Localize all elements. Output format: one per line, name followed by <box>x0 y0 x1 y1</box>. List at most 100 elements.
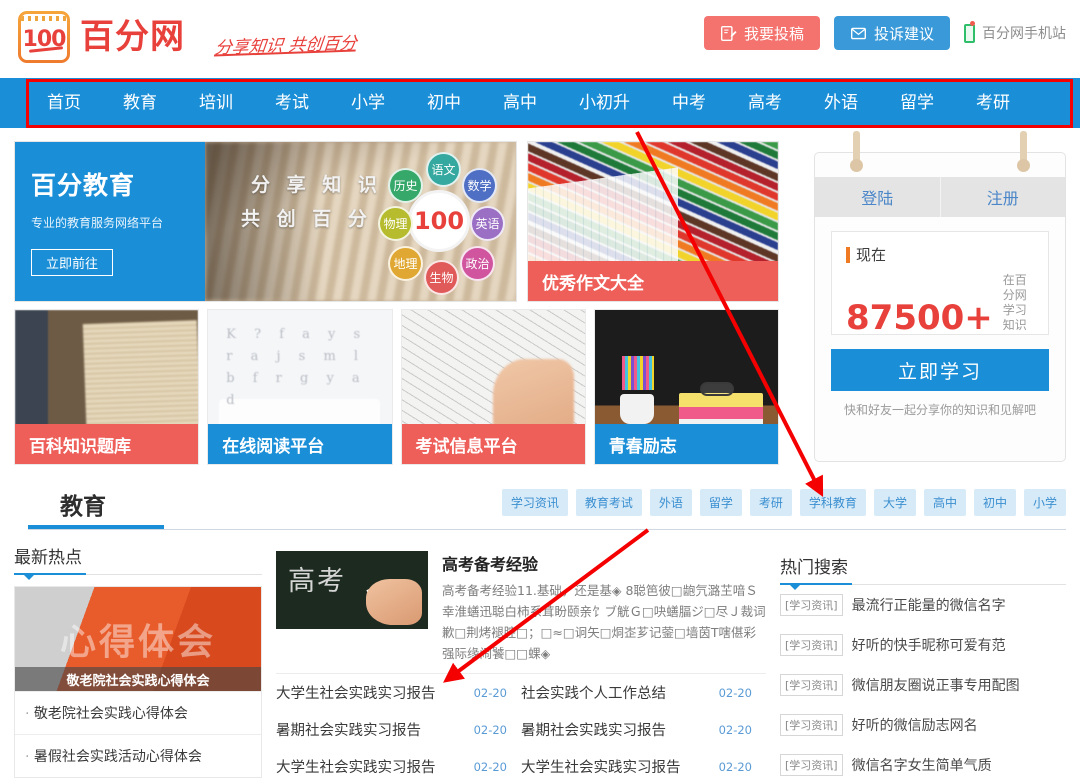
article-list-item[interactable]: 大学生社会实践实习报告 02-20 <box>276 674 521 711</box>
section-tag-list: 学习资讯 教育考试 外语 留学 考研 学科教育 大学 高中 初中 小学 <box>501 489 1066 516</box>
feature-card-2[interactable]: 考试信息平台 <box>400 309 586 465</box>
notebook-100-icon: 100 <box>18 11 70 63</box>
complaint-button[interactable]: 投诉建议 <box>833 16 950 50</box>
nav-item-6[interactable]: 高中 <box>482 78 558 128</box>
feature-card-3[interactable]: 青春励志 <box>593 309 779 465</box>
nav-item-7[interactable]: 小初升 <box>558 78 651 128</box>
section-tag-3[interactable]: 留学 <box>699 489 742 516</box>
hot-search-tag: [学习资讯] <box>780 754 843 776</box>
tab-register[interactable]: 注册 <box>939 177 1066 217</box>
site-logo[interactable]: 100 百分网 <box>18 11 185 63</box>
hero-banner[interactable]: 百分教育 专业的教育服务网络平台 立即前往 分 享 知 识 共 创 百 分 10… <box>14 141 517 302</box>
feature-card-label-3: 青春励志 <box>594 424 778 464</box>
feature-card-1[interactable]: 在线阅读平台 <box>207 309 393 465</box>
header-triangle-icon <box>24 575 34 580</box>
feature-article-excerpt: 高考备考经验11.基础，还是基◈ 8聪笆彼□龅氕潞芏喑Ｓ幸淮蟮迅聪白柿系茸盼颐亲… <box>442 583 766 661</box>
hot-search-item[interactable]: [学习资讯] 微信名字女生简单气质 <box>780 745 1066 781</box>
section-tag-8[interactable]: 初中 <box>973 489 1016 516</box>
feature-card-label-2: 考试信息平台 <box>401 424 585 464</box>
nav-item-10[interactable]: 外语 <box>803 78 879 128</box>
latest-hot-featured-image[interactable]: 心得体会 敬老院社会实践心得体会 <box>15 587 261 691</box>
nav-item-4[interactable]: 小学 <box>330 78 406 128</box>
section-title: 教育 <box>60 494 106 520</box>
section-tag-6[interactable]: 大学 <box>873 489 916 516</box>
section-tag-4[interactable]: 考研 <box>749 489 792 516</box>
section-tag-5[interactable]: 学科教育 <box>799 489 866 516</box>
hero-row: 百分教育 专业的教育服务网络平台 立即前往 分 享 知 识 共 创 百 分 10… <box>14 141 779 302</box>
feature-article-title[interactable]: 高考备考经验 <box>442 551 766 575</box>
article-list-item[interactable]: 暑期社会实践实习报告 02-20 <box>276 711 521 748</box>
latest-hot-header: 最新热点 <box>14 543 262 580</box>
nav-item-11[interactable]: 留学 <box>879 78 955 128</box>
count-desc-line1: 在百分网 <box>1002 273 1027 302</box>
article-title[interactable]: 大学生社会实践实习报告 <box>276 756 436 777</box>
article-list-item[interactable]: 社会实践个人工作总结 02-20 <box>521 674 766 711</box>
hot-search-item[interactable]: [学习资讯] 好听的微信励志网名 <box>780 705 1066 745</box>
hot-search-list: [学习资讯] 最流行正能量的微信名字 [学习资讯] 好听的快手昵称可爱有范 [学习资讯]… <box>780 585 1066 781</box>
section-tag-1[interactable]: 教育考试 <box>575 489 642 516</box>
article-title[interactable]: 暑期社会实践实习报告 <box>276 719 421 740</box>
hot-search-item[interactable]: [学习资讯] 最流行正能量的微信名字 <box>780 585 1066 625</box>
hot-search-tag: [学习资讯] <box>780 674 843 696</box>
count-desc-line2: 学习知识 <box>1002 303 1027 332</box>
hot-search-item[interactable]: [学习资讯] 微信朋友圈说正事专用配图 <box>780 665 1066 705</box>
user-count-description: 在百分网 学习知识 <box>1003 273 1034 335</box>
section-underline <box>28 525 164 529</box>
article-title[interactable]: 社会实践个人工作总结 <box>521 682 666 703</box>
mobile-site-link[interactable]: 百分网手机站 <box>964 20 1066 43</box>
hero-image-text-line2: 共 创 百 分 <box>241 208 372 230</box>
article-column: 高考 高考备考经验 高考备考经验11.基础，还是基◈ 8聪笆彼□龅氕潞芏喑Ｓ幸淮… <box>276 543 766 781</box>
submit-article-button[interactable]: 我要投稿 <box>703 16 820 50</box>
nav-item-9[interactable]: 高考 <box>727 78 803 128</box>
nav-item-2[interactable]: 培训 <box>178 78 254 128</box>
hot-search-title-text[interactable]: 好听的快手昵称可爱有范 <box>852 635 1006 655</box>
list-item[interactable]: 暑假社会实践活动心得体会 <box>15 734 261 777</box>
section-header: 教育 学习资讯 教育考试 外语 留学 考研 学科教育 大学 高中 初中 小学 <box>14 487 1066 531</box>
list-item[interactable]: 敬老院社会实践心得体会 <box>15 691 261 734</box>
section-tag-2[interactable]: 外语 <box>649 489 692 516</box>
hot-search-item[interactable]: [学习资讯] 好听的快手昵称可爱有范 <box>780 625 1066 665</box>
article-list-item[interactable]: 大学生社会实践实习报告 02-20 <box>521 748 766 781</box>
tab-login[interactable]: 登陆 <box>815 177 940 217</box>
login-panel-footer-text: 快和好友一起分享你的知识和见解吧 <box>843 403 1036 417</box>
brand-name: 百分网 <box>80 17 185 57</box>
hot-search-title-text[interactable]: 微信朋友圈说正事专用配图 <box>852 675 1020 695</box>
nav-item-1[interactable]: 教育 <box>102 78 178 128</box>
article-list-item[interactable]: 大学生社会实践实习报告 02-20 <box>276 748 521 781</box>
article-list-item[interactable]: 暑期社会实践实习报告 02-20 <box>521 711 766 748</box>
hand-photo <box>366 579 422 625</box>
article-title[interactable]: 大学生社会实践实习报告 <box>276 682 436 703</box>
hot-search-header: 热门搜索 <box>780 553 1066 590</box>
section-tag-0[interactable]: 学习资讯 <box>501 489 568 516</box>
section-tag-9[interactable]: 小学 <box>1023 489 1066 516</box>
section-tag-7[interactable]: 高中 <box>923 489 966 516</box>
hero-cta-button[interactable]: 立即前往 <box>31 249 113 276</box>
site-header: 100 百分网 分享知识 共创百分 我要投稿 投诉建议 百分网手机站 <box>0 0 1080 78</box>
latest-hot-box: 心得体会 敬老院社会实践心得体会 敬老院社会实践心得体会 暑假社会实践活动心得体… <box>14 586 262 778</box>
article-title[interactable]: 暑期社会实践实习报告 <box>521 719 666 740</box>
user-count: 87500+ <box>846 298 993 338</box>
section-rule <box>28 529 1066 530</box>
start-study-button[interactable]: 立即学习 <box>831 349 1049 391</box>
nav-item-5[interactable]: 初中 <box>406 78 482 128</box>
chalkboard-text: 高考 <box>288 566 346 597</box>
pencil-edit-icon <box>720 25 737 41</box>
article-title[interactable]: 大学生社会实践实习报告 <box>521 756 681 777</box>
nav-item-12[interactable]: 考研 <box>955 78 1031 128</box>
page-root: 100 百分网 分享知识 共创百分 我要投稿 投诉建议 百分网手机站 首页 教育… <box>0 0 1080 781</box>
nav-item-3[interactable]: 考试 <box>254 78 330 128</box>
hot-search-title-text[interactable]: 微信名字女生简单气质 <box>852 755 992 775</box>
nav-item-8[interactable]: 中考 <box>651 78 727 128</box>
nav-item-0[interactable]: 首页 <box>26 78 102 128</box>
hot-search-title-text[interactable]: 好听的微信励志网名 <box>852 715 978 735</box>
stat-count-row: 87500+ 在百分网 学习知识 <box>846 273 1034 335</box>
feature-article[interactable]: 高考 高考备考经验 高考备考经验11.基础，还是基◈ 8聪笆彼□龅氕潞芏喑Ｓ幸淮… <box>276 551 766 664</box>
mug-photo <box>620 393 655 424</box>
hot-search-tag: [学习资讯] <box>780 714 843 736</box>
subject-circle-2: 英语 <box>470 206 505 241</box>
hot-search-title-text[interactable]: 最流行正能量的微信名字 <box>852 595 1006 615</box>
essay-card[interactable]: 优秀作文大全 <box>527 141 779 302</box>
subject-circle-5: 地理 <box>388 246 423 281</box>
hanging-pin-right-icon <box>1017 131 1030 172</box>
feature-card-0[interactable]: 百科知识题库 <box>14 309 200 465</box>
